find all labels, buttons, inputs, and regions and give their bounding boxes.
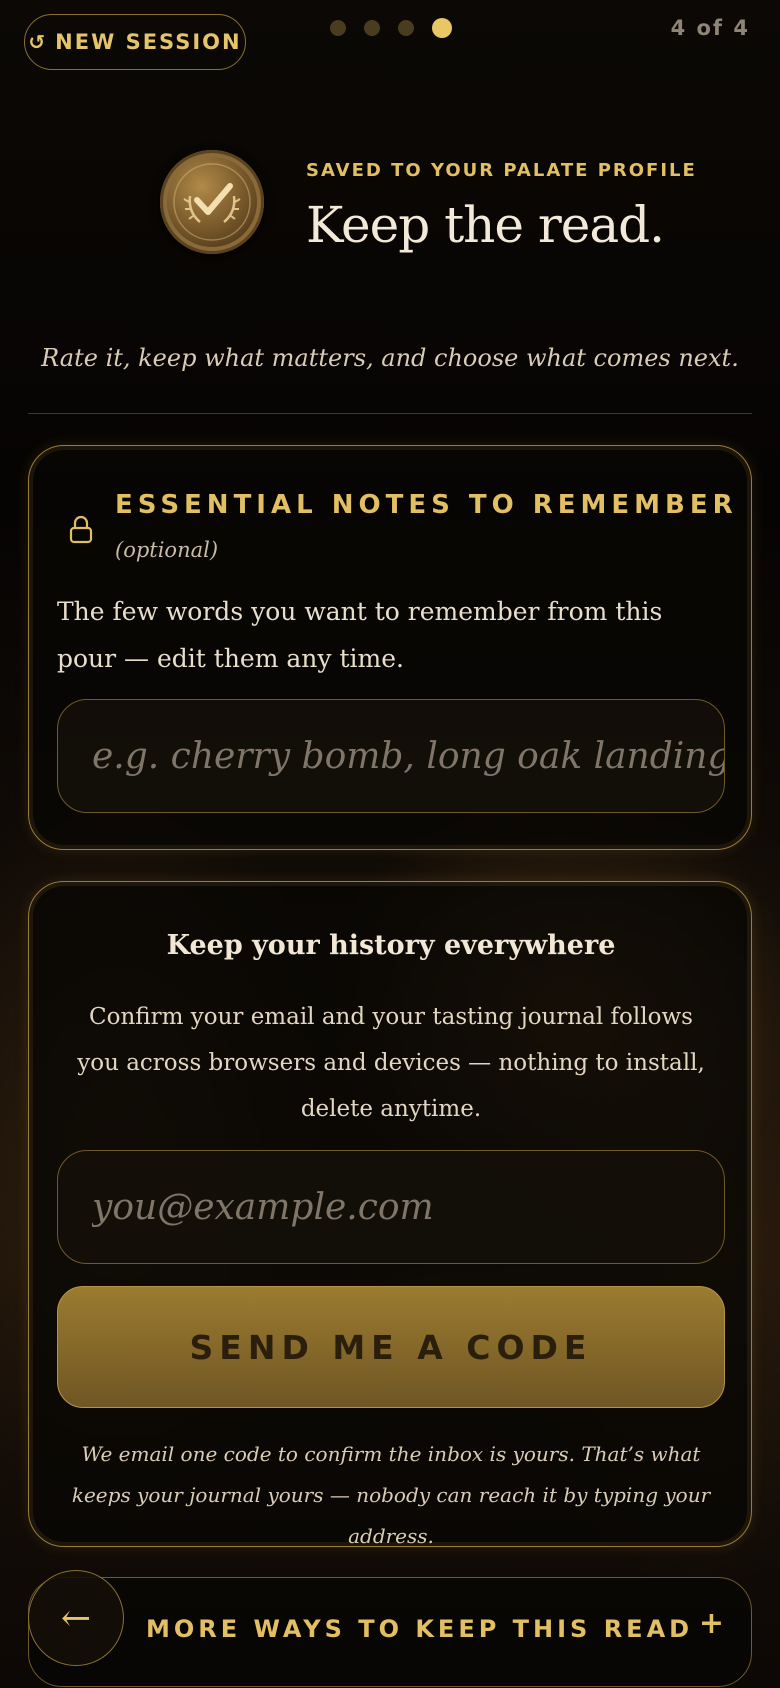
step-dot-2 (364, 20, 380, 36)
plus-icon[interactable]: + (699, 1606, 724, 1641)
arrow-left-icon: ← (60, 1597, 92, 1639)
email-fineprint: We email one code to confirm the inbox i… (71, 1442, 711, 1548)
history-card: Keep your history everywhere Confirm you… (28, 881, 752, 1548)
step-dot-1 (330, 20, 346, 36)
step-count: 4 of 4 (670, 16, 750, 40)
history-title: Keep your history everywhere (166, 930, 616, 961)
checkmark-medal-icon (160, 150, 264, 254)
page-title: Keep the read. (306, 196, 665, 254)
notes-optional: (optional) (115, 538, 219, 562)
back-button[interactable]: ← (28, 1570, 124, 1666)
page-subtitle: Rate it, keep what matters, and choose w… (41, 344, 739, 372)
email-input[interactable] (57, 1150, 725, 1264)
new-session-button[interactable]: ↺ NEW SESSION (24, 14, 246, 70)
restart-icon: ↺ (28, 30, 48, 54)
step-dot-3 (398, 20, 414, 36)
history-description: Confirm your email and your tasting jour… (77, 1004, 705, 1122)
step-dot-4-active (432, 18, 452, 38)
notes-input[interactable] (57, 699, 725, 813)
send-code-button[interactable]: SEND ME A CODE (57, 1286, 725, 1408)
essential-notes-card: ESSENTIAL NOTES TO REMEMBER (optional) T… (28, 445, 752, 850)
more-ways-label: MORE WAYS TO KEEP THIS READ (146, 1615, 694, 1643)
saved-eyebrow: SAVED TO YOUR PALATE PROFILE (306, 160, 697, 181)
step-indicator (330, 18, 452, 38)
lock-icon (67, 514, 95, 546)
divider (28, 413, 752, 414)
notes-description: The few words you want to remember from … (57, 597, 663, 673)
notes-label: ESSENTIAL NOTES TO REMEMBER (115, 490, 738, 520)
new-session-label: NEW SESSION (55, 30, 242, 54)
